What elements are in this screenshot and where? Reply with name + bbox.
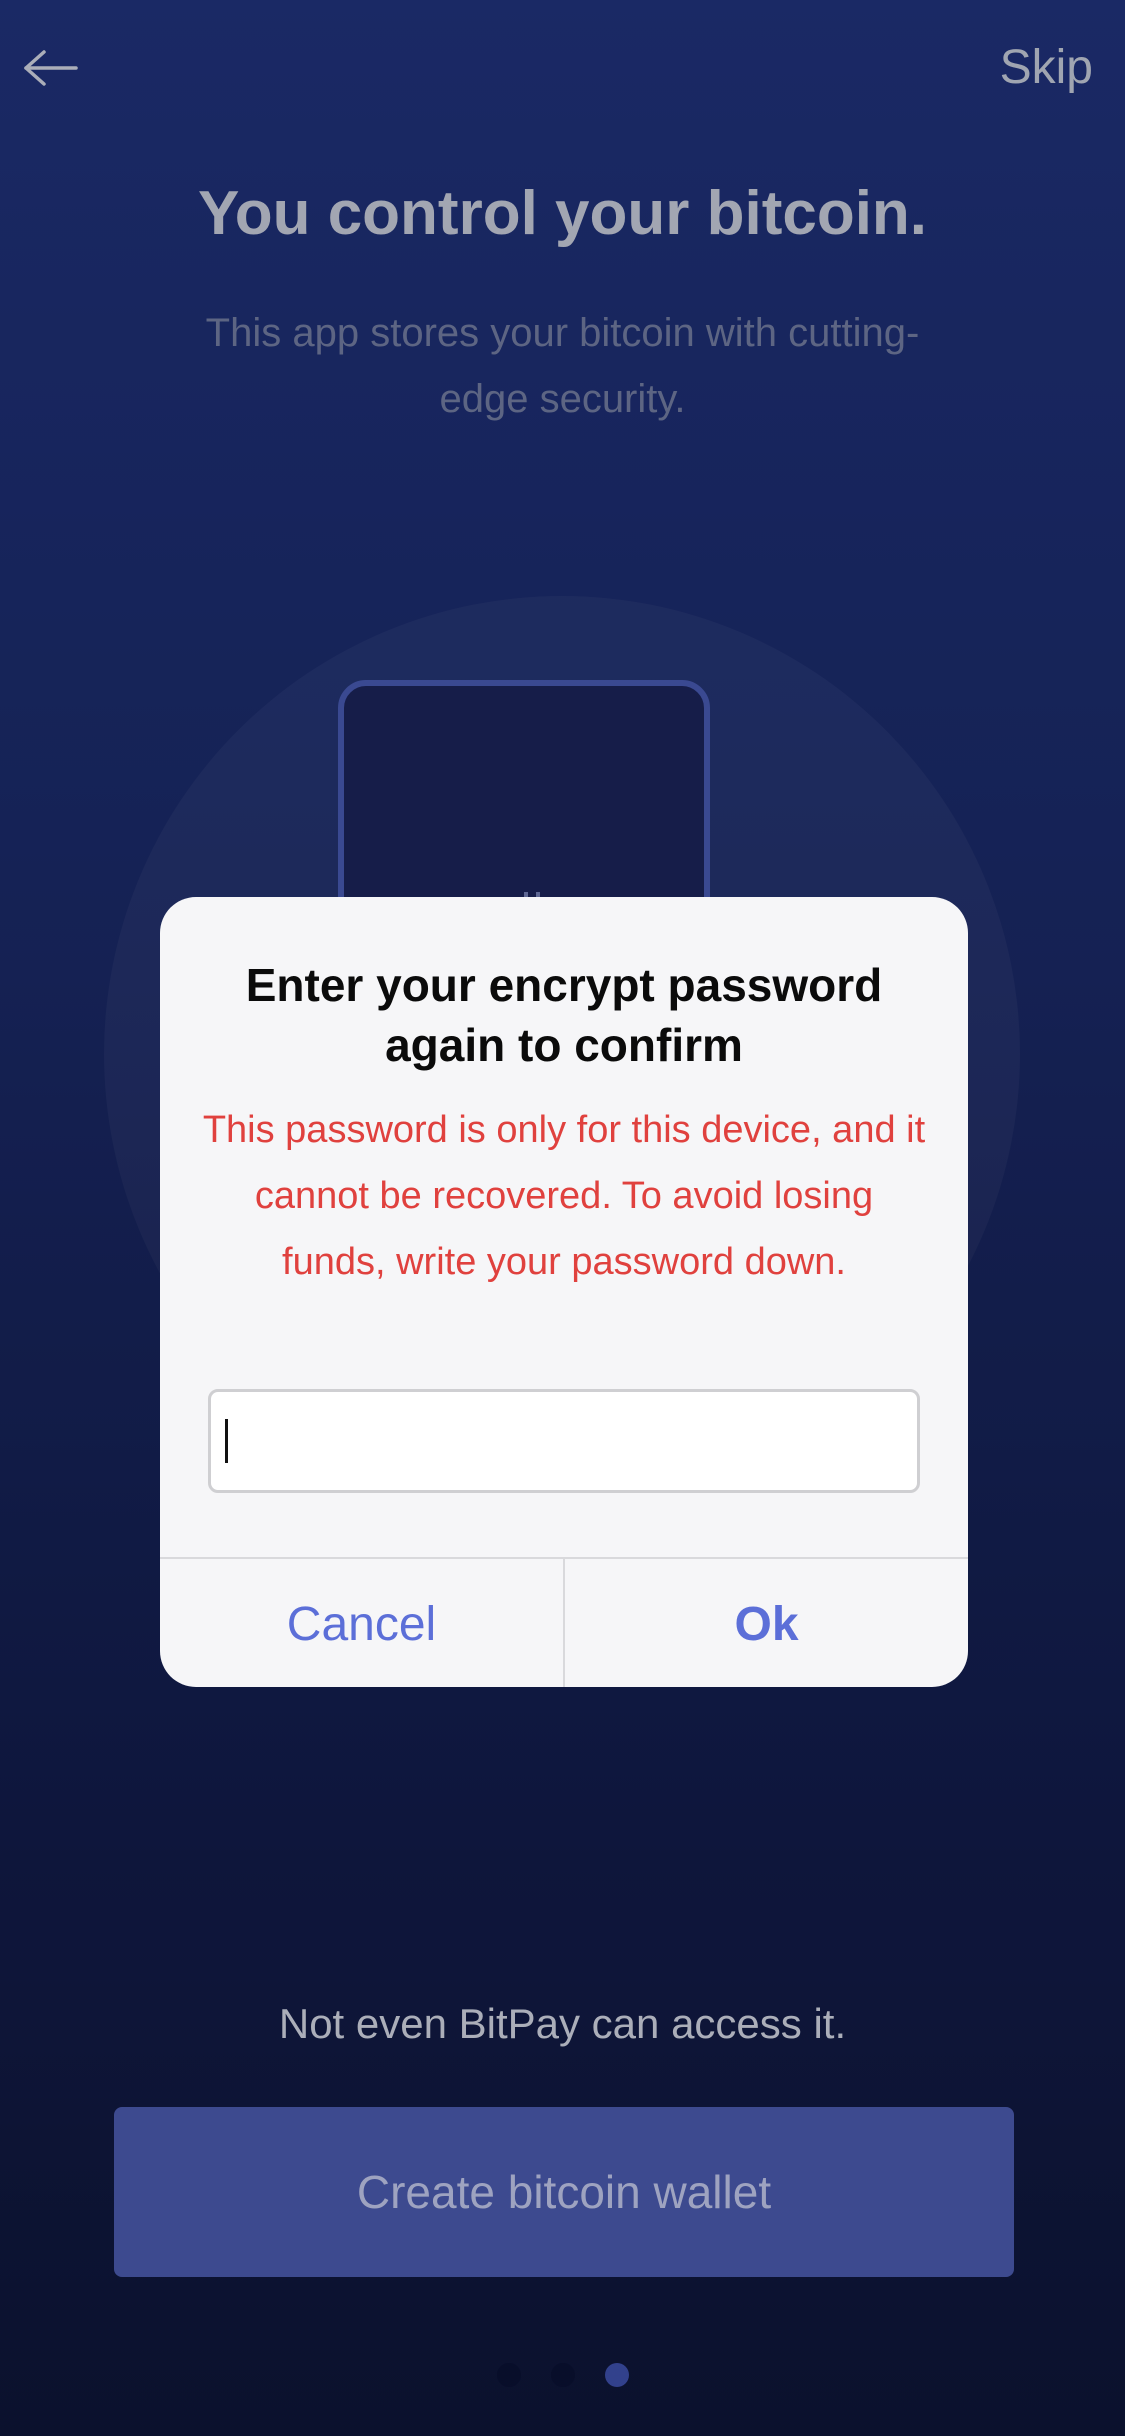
confirm-password-dialog: Enter your encrypt password again to con…	[160, 897, 968, 1687]
dialog-actions: Cancel Ok	[160, 1557, 968, 1687]
password-input[interactable]	[208, 1389, 920, 1493]
text-cursor	[225, 1419, 228, 1463]
onboarding-screen: Skip You control your bitcoin. This app …	[0, 0, 1125, 2436]
cancel-button[interactable]: Cancel	[160, 1559, 565, 1687]
dialog-warning-message: This password is only for this device, a…	[202, 1109, 926, 1283]
dialog-title: Enter your encrypt password again to con…	[245, 959, 883, 1071]
ok-button[interactable]: Ok	[565, 1559, 968, 1687]
